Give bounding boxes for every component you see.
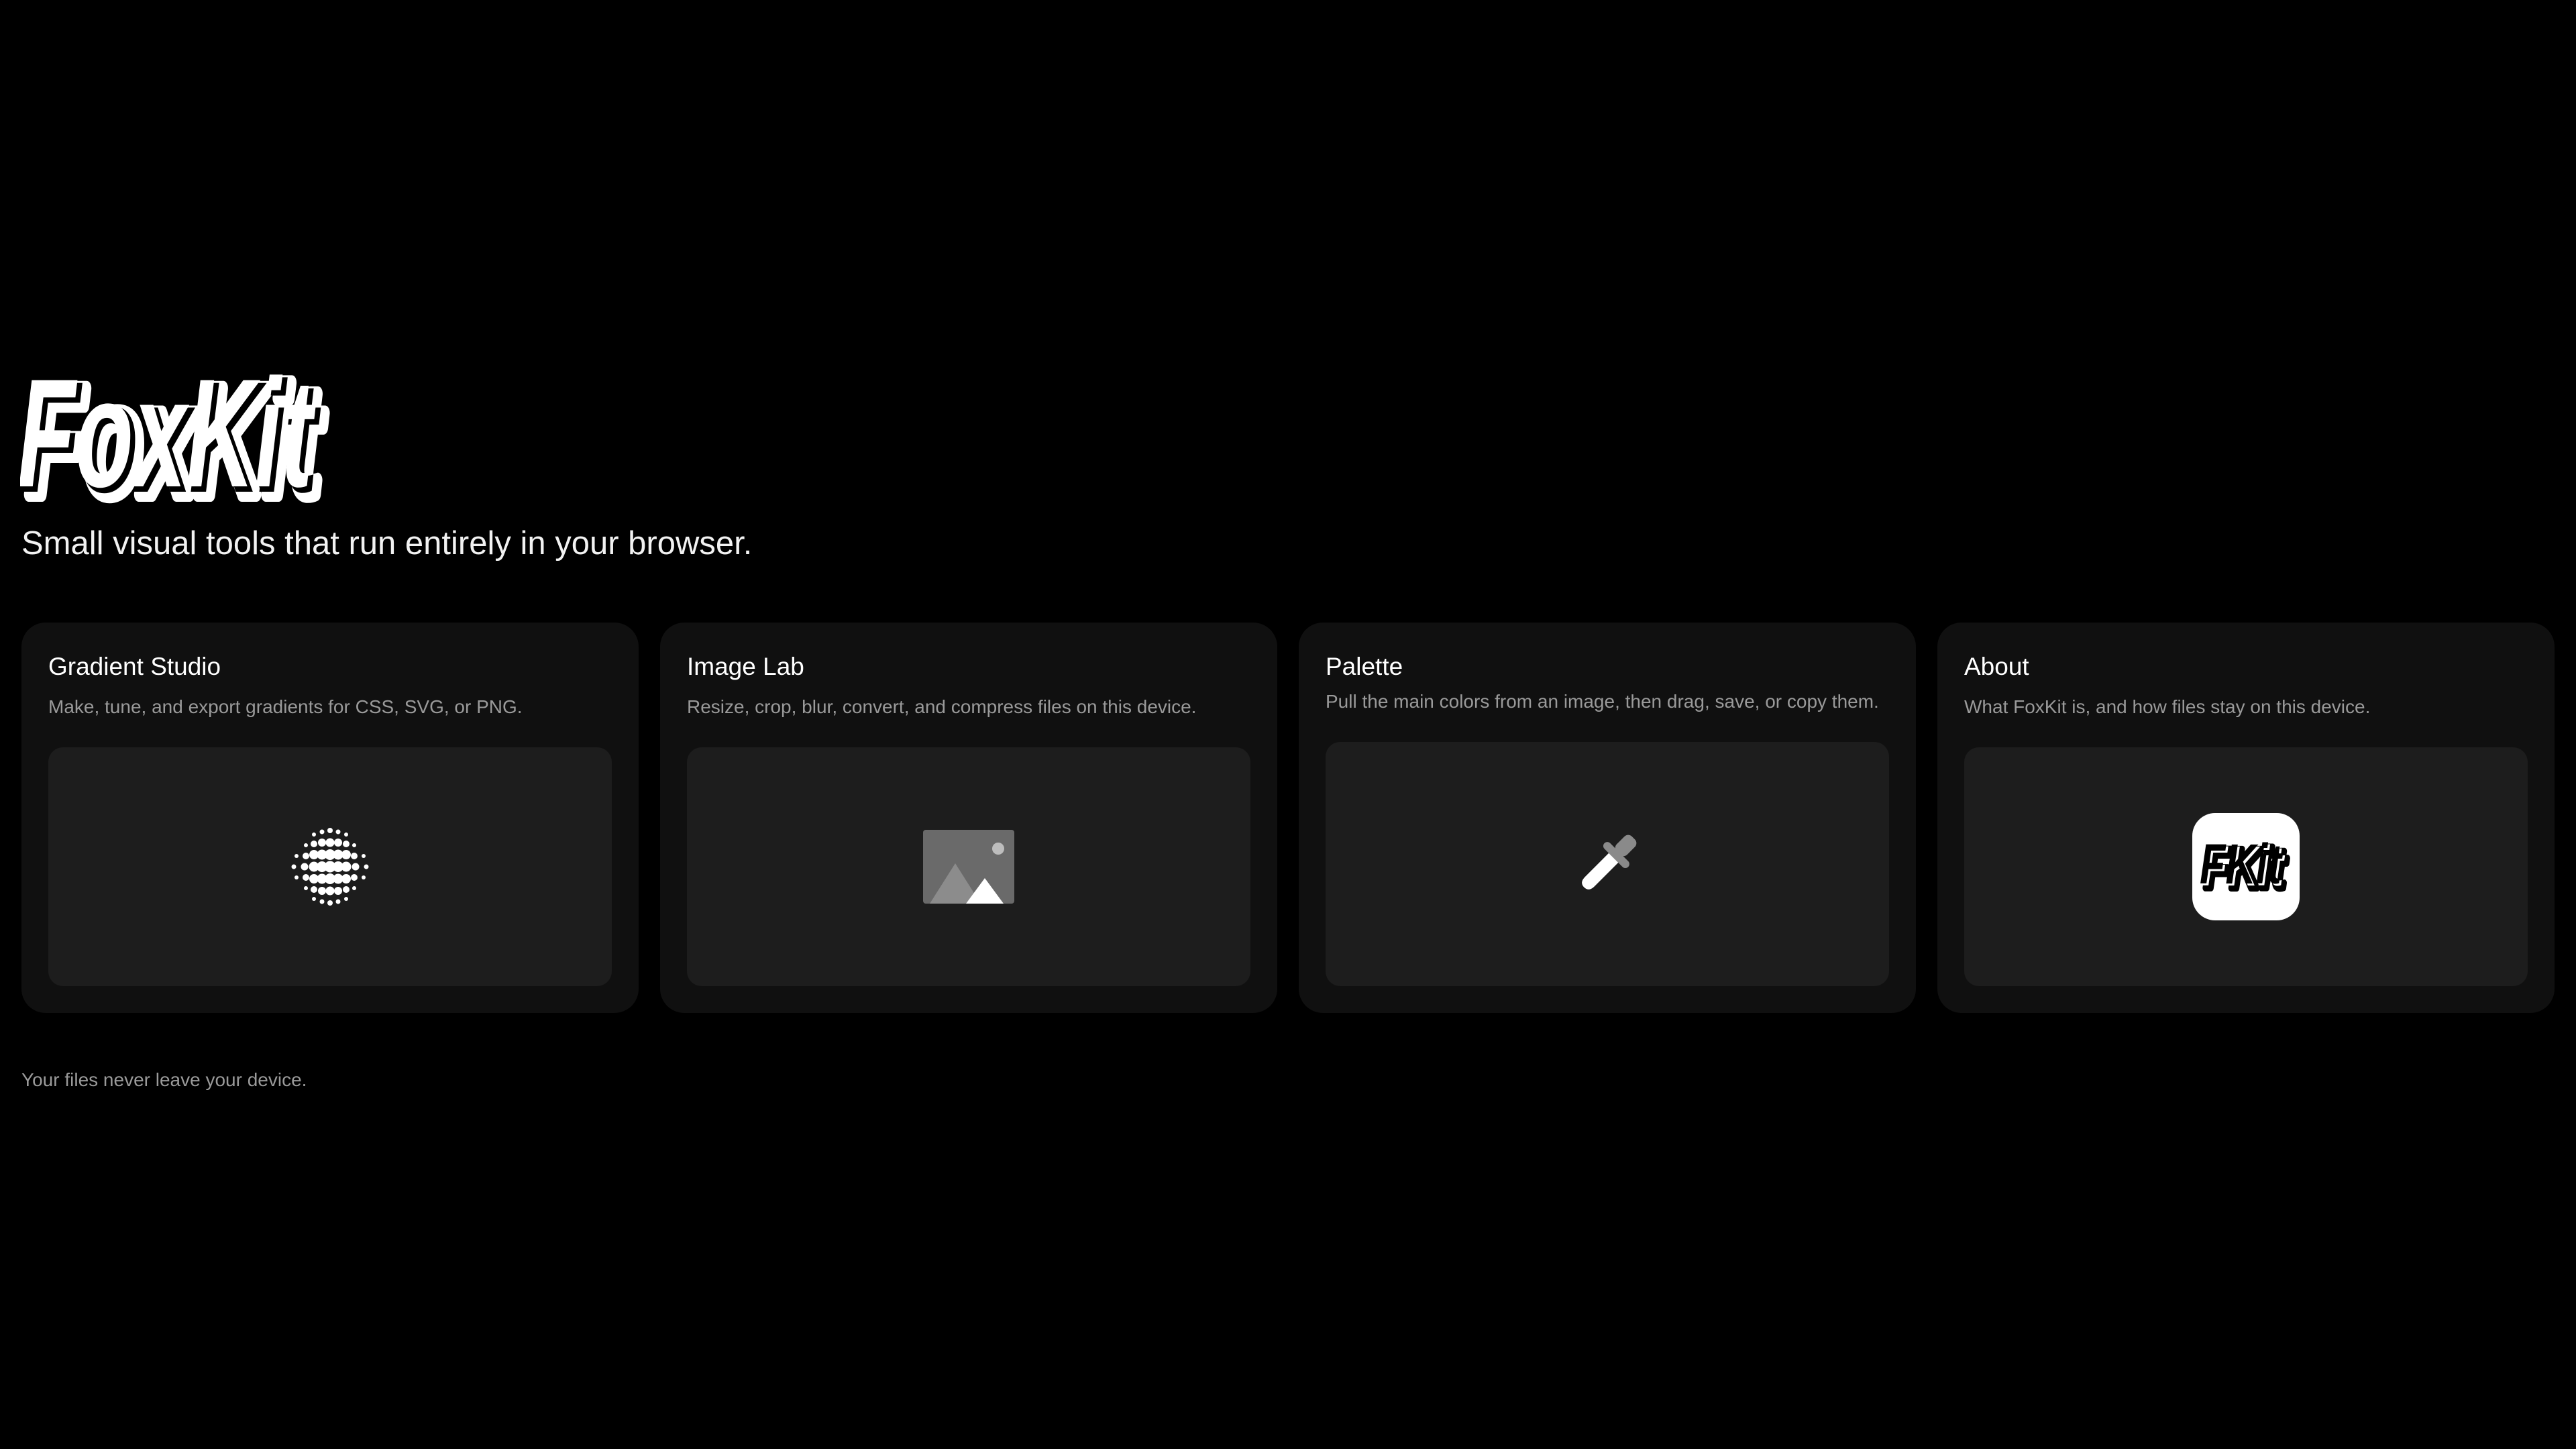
tool-cards: Gradient Studio Make, tune, and export g…	[21, 623, 2555, 1013]
card-gradient-studio[interactable]: Gradient Studio Make, tune, and export g…	[21, 623, 639, 1013]
card-description: Make, tune, and export gradients for CSS…	[48, 696, 523, 718]
eyedropper-icon	[1582, 835, 1637, 890]
card-title: About	[1964, 653, 2029, 680]
card-preview	[1326, 741, 1889, 986]
card-title: Image Lab	[687, 653, 804, 680]
card-description: Pull the main colors from an image, then…	[1326, 691, 1879, 712]
svg-text:FoxKit: FoxKit	[20, 352, 316, 506]
privacy-note: Your files never leave your device.	[21, 1069, 307, 1090]
card-preview	[48, 747, 612, 986]
card-title: Gradient Studio	[48, 653, 221, 680]
halftone-dots-icon	[291, 827, 369, 906]
card-title: Palette	[1326, 653, 1403, 680]
image-icon	[923, 829, 1014, 904]
card-preview: FKit FKit FKit	[1964, 747, 2528, 986]
foxkit-app-icon: FKit FKit FKit	[2192, 812, 2300, 920]
tagline: Small visual tools that run entirely in …	[21, 525, 753, 561]
card-preview	[687, 747, 1250, 986]
page: FoxKit FoxKit FoxKit Small visual tools …	[0, 0, 2576, 1449]
card-about[interactable]: About What FoxKit is, and how files stay…	[1937, 623, 2555, 1013]
svg-text:FKit: FKit	[2200, 833, 2283, 896]
foxkit-logo: FoxKit FoxKit FoxKit	[20, 352, 342, 506]
card-description: What FoxKit is, and how files stay on th…	[1964, 696, 2371, 718]
card-description: Resize, crop, blur, convert, and compres…	[687, 696, 1197, 718]
card-image-lab[interactable]: Image Lab Resize, crop, blur, convert, a…	[660, 623, 1277, 1013]
card-palette[interactable]: Palette Pull the main colors from an ima…	[1299, 623, 1916, 1013]
